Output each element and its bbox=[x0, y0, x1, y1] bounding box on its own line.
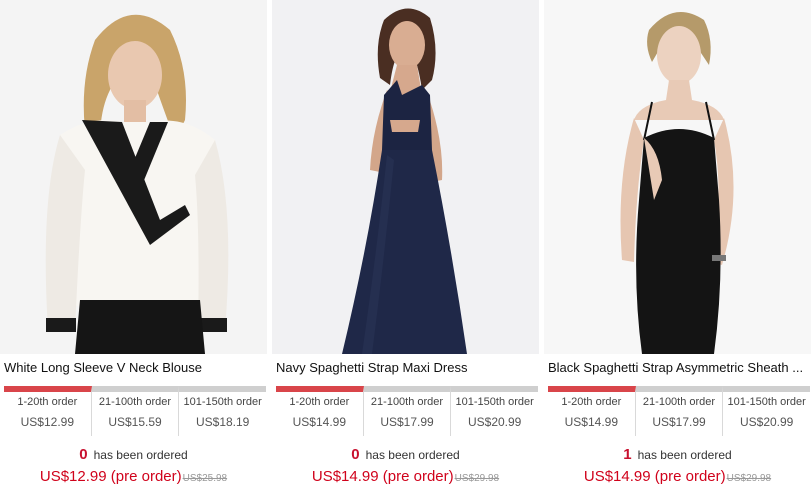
tier-range: 1-20th order bbox=[289, 396, 350, 408]
price-tier: 1-20th order US$12.99 bbox=[4, 386, 92, 436]
tier-price: US$18.19 bbox=[195, 415, 250, 429]
sale-price: US$12.99 (pre order) bbox=[39, 468, 182, 485]
product-card[interactable]: Black Spaghetti Strap Asymmetric Sheath … bbox=[544, 0, 811, 494]
price-tier: 1-20th order US$14.99 bbox=[548, 386, 636, 436]
product-photo-white-blouse[interactable] bbox=[0, 0, 267, 354]
sale-price: US$14.99 (pre order) bbox=[311, 468, 454, 485]
order-status: 0 has been ordered bbox=[0, 447, 267, 463]
tier-price: US$14.99 bbox=[564, 415, 619, 429]
order-status-text: has been ordered bbox=[637, 448, 732, 462]
tier-range: 101-150th order bbox=[455, 396, 534, 408]
order-status: 0 has been ordered bbox=[272, 447, 539, 463]
tier-price: US$20.99 bbox=[739, 415, 794, 429]
price-tier: 1-20th order US$14.99 bbox=[276, 386, 364, 436]
order-status-text: has been ordered bbox=[93, 448, 188, 462]
price-tier: 101-150th order US$20.99 bbox=[451, 386, 539, 436]
original-price: US$29.98 bbox=[454, 473, 500, 484]
product-card[interactable]: Navy Spaghetti Strap Maxi Dress 1-20th o… bbox=[272, 0, 539, 494]
price-tier: 21-100th order US$17.99 bbox=[363, 386, 452, 436]
order-count: 1 bbox=[623, 446, 632, 463]
order-status-text: has been ordered bbox=[365, 448, 460, 462]
price-tiers: 1-20th order US$12.99 21-100th order US$… bbox=[4, 386, 267, 436]
price-tier: 21-100th order US$15.59 bbox=[91, 386, 180, 436]
tier-price: US$17.99 bbox=[652, 415, 706, 429]
product-name[interactable]: White Long Sleeve V Neck Blouse bbox=[4, 360, 266, 376]
product-photo-navy-maxi-dress[interactable] bbox=[272, 0, 539, 354]
tier-price: US$12.99 bbox=[20, 415, 75, 429]
tier-range: 21-100th order bbox=[370, 396, 444, 408]
tier-price: US$20.99 bbox=[467, 415, 522, 429]
price-tier: 21-100th order US$17.99 bbox=[635, 386, 724, 436]
price-line: US$14.99 (pre order)US$29.98 bbox=[272, 467, 539, 489]
product-card[interactable]: White Long Sleeve V Neck Blouse 1-20th o… bbox=[0, 0, 267, 494]
product-grid: White Long Sleeve V Neck Blouse 1-20th o… bbox=[0, 0, 811, 494]
price-tiers: 1-20th order US$14.99 21-100th order US$… bbox=[548, 386, 811, 436]
price-tier: 101-150th order US$20.99 bbox=[723, 386, 811, 436]
product-name[interactable]: Black Spaghetti Strap Asymmetric Sheath … bbox=[548, 360, 810, 376]
tier-range: 101-150th order bbox=[727, 396, 806, 408]
tier-price: US$17.99 bbox=[380, 415, 434, 429]
order-status: 1 has been ordered bbox=[544, 447, 811, 463]
price-line: US$14.99 (pre order)US$29.98 bbox=[544, 467, 811, 489]
tier-range: 21-100th order bbox=[98, 396, 172, 408]
product-photo-black-sheath-dress[interactable] bbox=[544, 0, 811, 354]
sale-price: US$14.99 (pre order) bbox=[583, 468, 726, 485]
tier-price: US$15.59 bbox=[108, 415, 162, 429]
tier-price: US$14.99 bbox=[292, 415, 347, 429]
price-line: US$12.99 (pre order)US$25.98 bbox=[0, 467, 267, 489]
price-tiers: 1-20th order US$14.99 21-100th order US$… bbox=[276, 386, 539, 436]
original-price: US$25.98 bbox=[182, 473, 228, 484]
tier-range: 101-150th order bbox=[183, 396, 262, 408]
order-count: 0 bbox=[351, 446, 360, 463]
tier-range: 1-20th order bbox=[561, 396, 622, 408]
product-name[interactable]: Navy Spaghetti Strap Maxi Dress bbox=[276, 360, 538, 376]
original-price: US$29.98 bbox=[726, 473, 772, 484]
order-count: 0 bbox=[79, 446, 88, 463]
price-tier: 101-150th order US$18.19 bbox=[179, 386, 267, 436]
tier-range: 1-20th order bbox=[17, 396, 78, 408]
tier-range: 21-100th order bbox=[642, 396, 716, 408]
